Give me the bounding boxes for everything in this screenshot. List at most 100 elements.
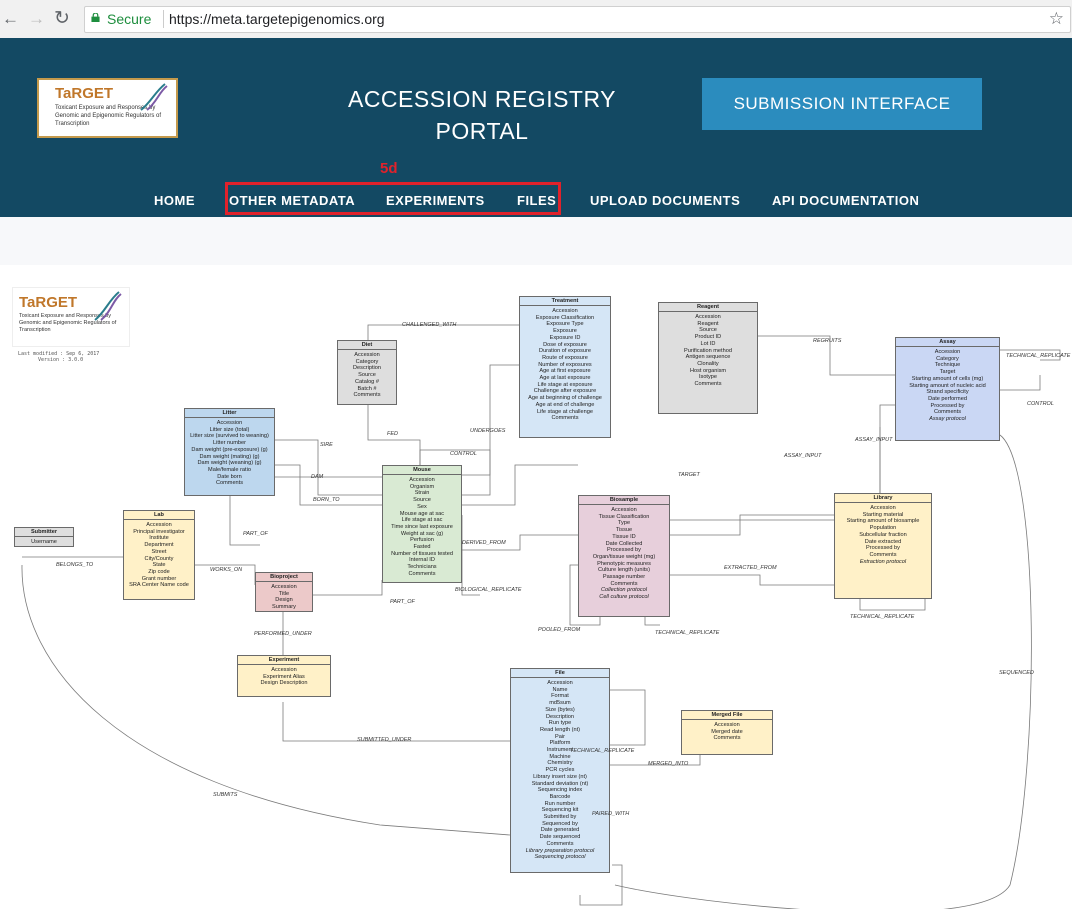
entity-field: Library preparation protocol [525, 847, 595, 854]
rel-submitted-under: SUBMITTED_UNDER [357, 737, 412, 743]
bookmark-star-icon[interactable]: ☆ [1049, 9, 1064, 29]
entity-field: Litter number [213, 440, 246, 447]
entity-diet[interactable]: Diet Accession Category Description Source Ca… [337, 340, 397, 405]
back-icon[interactable]: ← [2, 9, 19, 29]
rel-assay-input-2: ASSAY_INPUT [784, 453, 822, 459]
target-logo[interactable]: TaRGET Toxicant Exposure and Responses b… [37, 78, 178, 138]
entity-field: Extraction protocol [859, 558, 907, 565]
entity-field: Strand specificity [926, 389, 969, 396]
nav-home[interactable]: HOME [154, 193, 195, 208]
entity-field: Institute [149, 535, 169, 542]
rel-technical-replicate-assay: TECHNICAL_REPLICATE [1006, 353, 1071, 359]
entity-field: Assay protocol [929, 416, 966, 423]
rel-control-assay: CONTROL [1027, 401, 1054, 407]
entity-lab[interactable]: Lab Accession Principal investigator Instit… [123, 510, 195, 600]
entity-field: Dam weight (pre-exposure) (g) [191, 446, 268, 453]
entity-field: Fasted [413, 544, 431, 551]
entity-field: Processed by [607, 547, 641, 554]
entity-field: Category [936, 355, 959, 362]
entity-field: Age at last exposure [539, 375, 591, 382]
entity-field: Grant number [141, 575, 177, 582]
entity-field: Read length (nt) [539, 726, 581, 733]
entity-field: Sequencing index [537, 787, 583, 794]
entity-field: Experiment Alias [263, 673, 305, 680]
nav-upload-documents[interactable]: UPLOAD DOCUMENTS [590, 193, 740, 208]
entity-field: Source [413, 497, 431, 504]
address-bar[interactable]: Secure https://meta.targetepigenomics.or… [84, 6, 1071, 33]
entity-field: Time since last exposure [391, 523, 453, 530]
entity-biosample[interactable]: Biosample Accession Tissue Classification T… [578, 495, 670, 617]
entity-field: Pair [555, 733, 565, 740]
entity-field: Standard deviation (nt) [531, 780, 589, 787]
url-text[interactable]: https://meta.targetepigenomics.org [169, 11, 385, 27]
entity-field: Accession [271, 584, 297, 590]
entity-field: Duration of exposure [539, 348, 591, 355]
entity-field: Phenotypic measures [597, 560, 651, 567]
entity-field: Comments [353, 392, 381, 399]
entity-field: Machine [549, 753, 571, 760]
entity-field: Merged date [711, 728, 743, 735]
entity-field: Design Description [260, 680, 308, 687]
entity-field: Mouse age at sac [399, 510, 445, 517]
rel-extracted-from: EXTRACTED_FROM [724, 565, 777, 571]
entity-field: Purification method [684, 347, 732, 354]
forward-icon[interactable]: → [28, 9, 45, 29]
entity-merged-file[interactable]: Merged File Accession Merged date Comments [681, 710, 773, 755]
entity-field: Batch # [357, 385, 377, 392]
entity-treatment[interactable]: Treatment Accession Exposure Classificatio… [519, 296, 611, 438]
entity-fields: Accession Organism Strain Source Sex Mouse ag… [383, 475, 461, 578]
entity-experiment[interactable]: Experiment Accession Experiment Alias Desig… [237, 655, 331, 697]
entity-field: Cell culture protocol [599, 594, 649, 601]
entity-file[interactable]: File Accession Name Format md5sum Size (bytes… [510, 668, 610, 873]
entity-library[interactable]: Library Accession Starting material Startin… [834, 493, 932, 599]
entity-fields: Accession Tissue Classification Type Tissue… [579, 505, 669, 601]
entity-field: Comments [408, 570, 436, 577]
entity-field: Principal investigator [133, 528, 185, 535]
entity-field: Organ/tissue weight (mg) [592, 553, 656, 560]
entity-field: Date born [217, 473, 242, 480]
site-header: TaRGET Toxicant Exposure and Responses b… [0, 38, 1072, 217]
entity-field: Catalog # [355, 378, 379, 385]
entity-field: Tissue Classification [598, 513, 650, 520]
entity-title: Mouse [383, 466, 461, 475]
entity-field: Clonality [697, 360, 719, 367]
entity-field: Accession [216, 420, 243, 426]
reload-icon[interactable]: ↻ [54, 9, 70, 29]
er-diagram: TaRGET Toxicant Exposure and Responses b… [0, 265, 1072, 909]
entity-assay[interactable]: Assay Accession Category Technique Target Sta… [895, 337, 1000, 441]
page-title: ACCESSION REGISTRY PORTAL [300, 83, 664, 147]
entity-field: Age at first exposure [539, 368, 591, 375]
entity-field: Antigen sequence [685, 354, 731, 361]
dna-helix-icon [94, 291, 122, 321]
entity-title: Diet [338, 341, 396, 350]
entity-mouse[interactable]: Mouse Accession Organism Strain Source Sex Mou… [382, 465, 462, 583]
entity-bioproject[interactable]: Bioproject Accession Title Design Summary [255, 572, 313, 612]
entity-field: Title [278, 590, 290, 597]
entity-reagent[interactable]: Reagent Accession Reagent Source Product ID L… [658, 302, 758, 414]
entity-field: Processed by [866, 545, 900, 552]
entity-field: Source [358, 372, 376, 379]
entity-submitter[interactable]: Submitter Username [14, 527, 74, 547]
entity-title: Bioproject [256, 573, 312, 582]
dna-helix-icon [140, 83, 168, 111]
entity-field: Dam weight (weaning) (g) [197, 460, 262, 467]
entity-field: Culture length (units) [598, 567, 650, 574]
entity-field: Department [144, 542, 174, 549]
rel-sequenced: SEQUENCED [999, 670, 1034, 676]
rel-derived-from: DERIVED_FROM [462, 540, 506, 546]
rel-paired-with: PAIRED_WITH [592, 811, 630, 817]
nav-api-documentation[interactable]: API DOCUMENTATION [772, 193, 919, 208]
entity-litter[interactable]: Litter Accession Litter size (total) Litter… [184, 408, 275, 496]
highlight-box [225, 182, 561, 215]
entity-field: Life stage at sac [401, 517, 443, 524]
entity-fields: Accession Exposure Classification Exposure… [520, 306, 610, 422]
entity-field: Design [275, 597, 293, 604]
rel-works-on: WORKS_ON [210, 567, 243, 573]
entity-field: Starting amount of biosample [846, 518, 920, 525]
entity-field: Accession [870, 505, 896, 511]
entity-field: Date generated [540, 827, 580, 834]
entity-field: SRA Center Name code [129, 582, 189, 589]
entity-title: Litter [185, 409, 274, 418]
submission-interface-button[interactable]: SUBMISSION INTERFACE [702, 78, 982, 130]
rel-biological-replicate: BIOLOGICAL_REPLICATE [455, 587, 522, 593]
